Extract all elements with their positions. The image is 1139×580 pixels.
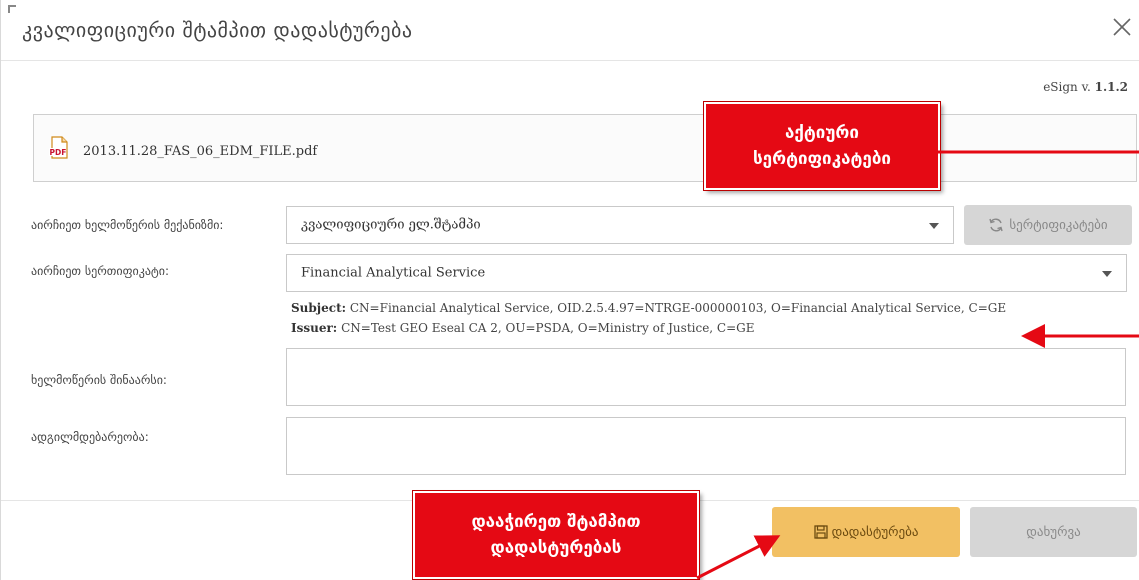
certificate-value: Financial Analytical Service [301,265,486,281]
mechanism-select[interactable]: კვალიფიციური ელ.შტამპი [286,206,954,244]
mechanism-value: კვალიფიციური ელ.შტამპი [301,217,481,233]
issuer-label: Issuer: [291,321,338,335]
confirm-button-label: დადასტურება [831,524,919,540]
mechanism-label: აირჩიეთ ხელმოწერის მექანიზმი: [31,218,224,232]
callout-active-line2: სერტიფიკატები [753,149,891,169]
version-label: eSign v. 1.1.2 [1043,80,1128,94]
close-button[interactable] [1109,14,1135,40]
callout-confirm-line1: დააჭირეთ შტამპით [471,512,641,532]
subject-value: CN=Financial Analytical Service, OID.2.5… [349,301,1007,315]
chevron-down-icon [1102,271,1112,277]
version-prefix: eSign v. [1043,80,1091,94]
close-dialog-button[interactable]: დახურვა [970,507,1137,557]
chevron-down-icon [929,223,939,229]
header-divider [1,60,1139,61]
version-number: 1.1.2 [1094,80,1128,94]
refresh-icon [989,218,1004,232]
certificates-button-label: სერტიფიკატები [1009,217,1108,233]
close-button-label: დახურვა [1026,524,1081,540]
save-icon [813,525,828,539]
dialog-title: კვალიფიციური შტამპით დადასტურება [22,18,413,42]
certificates-button[interactable]: სერტიფიკატები [964,205,1132,245]
close-icon [1113,18,1131,36]
certificate-issuer: Issuer: CN=Test GEO Eseal CA 2, OU=PSDA,… [291,321,755,335]
callout-confirm: დააჭირეთ შტამპით დადასტურებას [413,491,699,579]
content-textarea[interactable] [286,348,1126,406]
resize-corner [8,5,16,13]
location-textarea[interactable] [286,417,1126,475]
certificate-select[interactable]: Financial Analytical Service [286,254,1127,292]
confirm-button[interactable]: დადასტურება [772,507,960,557]
content-label: ხელმოწერის შინაარსი: [31,373,167,387]
location-label: ადგილმდებარეობა: [31,430,149,444]
callout-active-certificates: აქტიური სერტიფიკატები [704,102,940,190]
callout-active-line1: აქტიური [784,123,860,143]
file-name: 2013.11.28_FAS_06_EDM_FILE.pdf [83,144,318,159]
subject-label: Subject: [291,301,347,315]
issuer-value: CN=Test GEO Eseal CA 2, OU=PSDA, O=Minis… [341,321,755,335]
certificate-subject: Subject: CN=Financial Analytical Service… [291,301,1006,315]
pdf-file-icon: PDF [49,136,69,160]
svg-text:PDF: PDF [50,148,67,157]
certificate-label: აირჩიეთ სერთიფიკატი: [31,264,170,278]
callout-confirm-line2: დადასტურებას [490,538,622,558]
